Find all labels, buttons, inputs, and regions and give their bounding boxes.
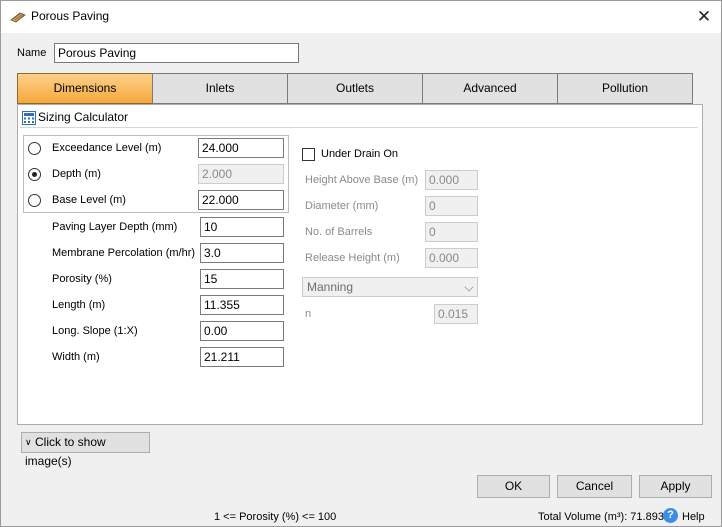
base-level-input[interactable]: 22.000 <box>198 190 284 210</box>
depth-label: Depth (m) <box>52 168 101 180</box>
flow-method-select: Manning <box>302 277 478 297</box>
double-chevron-down-icon: ∨ <box>25 437 32 447</box>
paving-layer-depth-input[interactable]: 10 <box>200 217 284 237</box>
under-drain-label: Under Drain On <box>321 148 399 160</box>
tab-advanced[interactable]: Advanced <box>422 73 558 104</box>
long-slope-label: Long. Slope (1:X) <box>52 325 138 337</box>
cancel-button[interactable]: Cancel <box>557 475 632 498</box>
exceedance-level-label: Exceedance Level (m) <box>52 142 162 154</box>
title-bar: Porous Paving ✕ <box>1 1 721 33</box>
no-of-barrels-label: No. of Barrels <box>305 226 373 238</box>
base-level-label: Base Level (m) <box>52 194 126 206</box>
base-level-radio[interactable] <box>28 194 41 207</box>
diameter-label: Diameter (mm) <box>305 200 379 212</box>
porosity-input[interactable]: 15 <box>200 269 284 289</box>
n-input: 0.015 <box>434 304 478 324</box>
length-label: Length (m) <box>52 299 106 311</box>
window-title: Porous Paving <box>31 9 110 23</box>
sizing-calculator-link[interactable]: Sizing Calculator <box>38 110 128 124</box>
membrane-percolation-label: Membrane Percolation (m/hr) <box>52 247 196 259</box>
porosity-label: Porosity (%) <box>52 273 112 285</box>
tab-outlets[interactable]: Outlets <box>287 73 423 104</box>
tab-inlets[interactable]: Inlets <box>152 73 288 104</box>
n-label: n <box>305 308 312 320</box>
apply-button[interactable]: Apply <box>639 475 712 498</box>
divider <box>20 127 698 128</box>
close-icon[interactable]: ✕ <box>687 4 721 30</box>
help-link[interactable]: Help <box>682 511 705 523</box>
porous-paving-dialog: Porous Paving ✕ Name Porous Paving Dimen… <box>0 0 722 527</box>
validation-hint: 1 <= Porosity (%) <= 100 <box>214 511 337 523</box>
porous-paving-icon <box>10 10 26 24</box>
release-height-label: Release Height (m) <box>305 252 400 264</box>
width-label: Width (m) <box>52 351 100 363</box>
membrane-percolation-input[interactable]: 3.0 <box>200 243 284 263</box>
name-input[interactable]: Porous Paving <box>54 43 299 63</box>
total-volume-readout: Total Volume (m³): 71.893 <box>538 511 664 523</box>
radio-selected-dot <box>32 172 37 177</box>
diameter-input: 0 <box>425 196 478 216</box>
height-above-base-label: Height Above Base (m) <box>305 174 419 186</box>
no-of-barrels-input: 0 <box>425 222 478 242</box>
name-label: Name <box>17 47 47 59</box>
flow-method-value: Manning <box>307 280 354 294</box>
ok-button[interactable]: OK <box>477 475 550 498</box>
length-input[interactable]: 11.355 <box>200 295 284 315</box>
depth-input: 2.000 <box>198 164 284 184</box>
tab-dimensions[interactable]: Dimensions <box>17 73 153 104</box>
help-icon[interactable]: ? <box>663 508 678 523</box>
long-slope-input[interactable]: 0.00 <box>200 321 284 341</box>
dimensions-panel: Sizing Calculator Exceedance Level (m) 2… <box>17 104 703 425</box>
exceedance-level-input[interactable]: 24.000 <box>198 138 284 158</box>
paving-layer-depth-label: Paving Layer Depth (mm) <box>52 221 178 233</box>
height-above-base-input: 0.000 <box>425 170 478 190</box>
depth-radio[interactable] <box>28 168 41 181</box>
tab-pollution[interactable]: Pollution <box>557 73 693 104</box>
show-images-button[interactable]: ∨ Click to show image(s) <box>21 432 150 468</box>
chevron-down-icon <box>464 282 474 292</box>
tab-bar: Dimensions Inlets Outlets Advanced Pollu… <box>17 73 693 104</box>
release-height-input: 0.000 <box>425 248 478 268</box>
exceedance-level-radio[interactable] <box>28 142 41 155</box>
width-input[interactable]: 21.211 <box>200 347 284 367</box>
under-drain-checkbox[interactable] <box>302 148 315 161</box>
calculator-icon[interactable] <box>22 111 36 125</box>
